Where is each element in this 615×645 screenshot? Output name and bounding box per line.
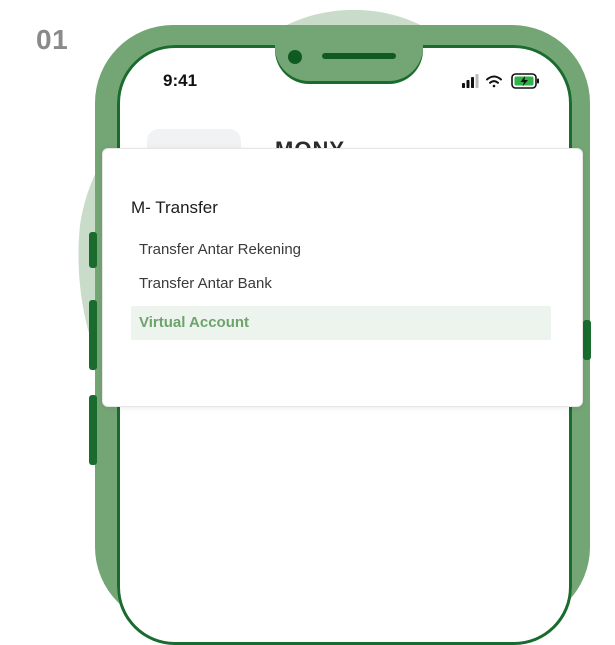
side-button-volume-down	[89, 395, 97, 465]
side-button-power	[583, 320, 591, 360]
menu-item-transfer-antar-bank[interactable]: Transfer Antar Bank	[131, 267, 551, 301]
step-number: 01	[36, 24, 69, 55]
status-icons	[462, 73, 539, 89]
signal-icon	[462, 74, 479, 88]
menu-item-virtual-account[interactable]: Virtual Account	[131, 306, 551, 340]
menu-title: M- Transfer	[131, 198, 218, 217]
speaker-slot	[322, 53, 396, 59]
menu-item-transfer-antar-rekening[interactable]: Transfer Antar Rekening	[131, 233, 551, 267]
transfer-menu: M- Transfer Transfer Antar Rekening Tran…	[102, 148, 583, 407]
status-time: 9:41	[163, 71, 198, 90]
side-button-mute	[89, 232, 97, 268]
side-button-volume-up	[89, 300, 97, 370]
wifi-icon	[486, 75, 502, 88]
camera-icon	[288, 50, 302, 64]
battery-charging-icon	[511, 73, 539, 89]
